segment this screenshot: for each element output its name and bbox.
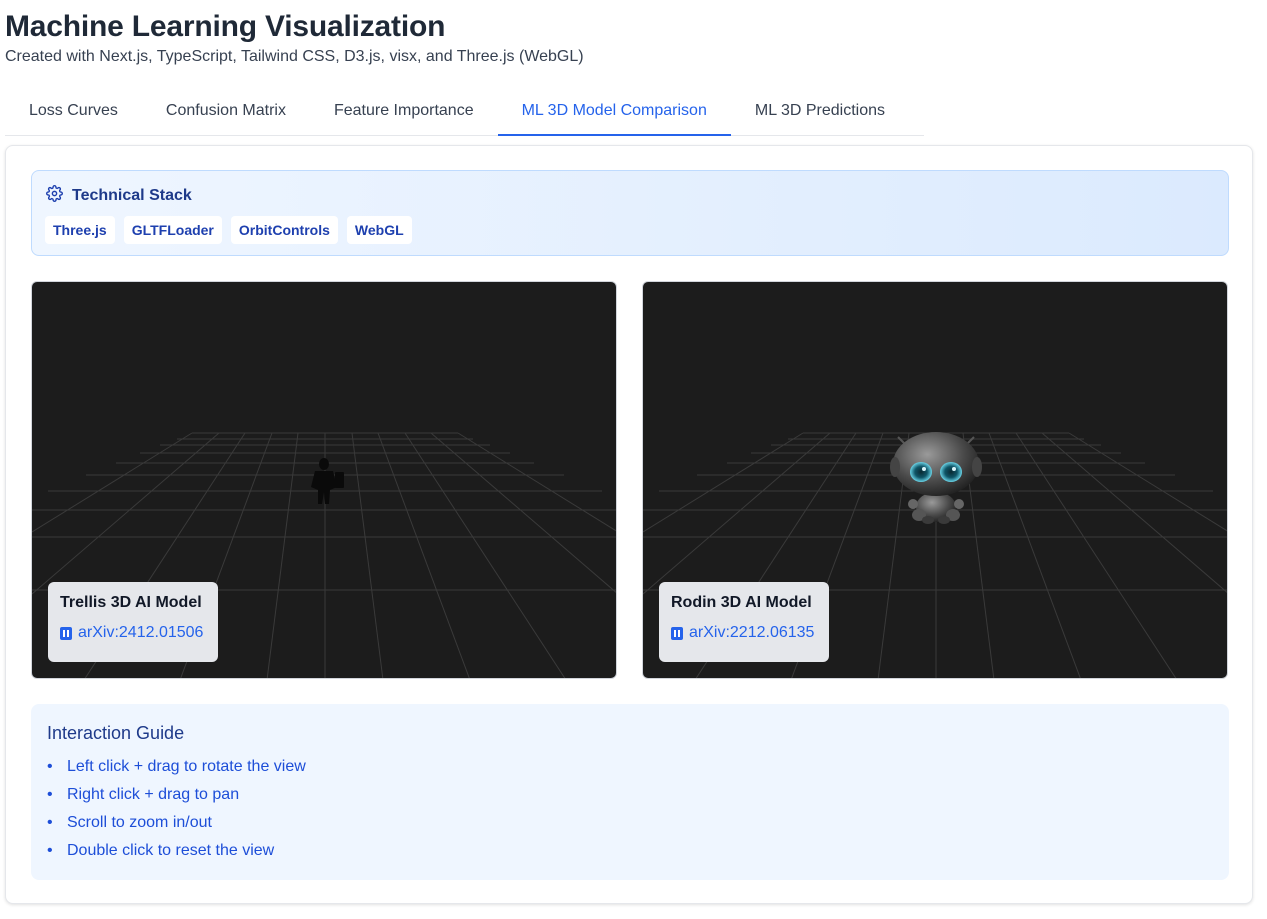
arxiv-link-text[interactable]: arXiv:2412.01506 <box>78 624 203 642</box>
guide-item-text: Left click + drag to rotate the view <box>67 758 306 775</box>
tech-chip-webgl: WebGL <box>346 216 412 244</box>
model-name: Rodin 3D AI Model <box>671 594 812 611</box>
technical-stack-title: Technical Stack <box>72 187 192 204</box>
tab-ml-3d-model-comparison[interactable]: ML 3D Model Comparison <box>497 86 732 136</box>
guide-item-text: Double click to reset the view <box>67 842 275 859</box>
list-item: • Scroll to zoom in/out <box>47 813 306 841</box>
tab-loss-curves[interactable]: Loss Curves <box>5 86 142 135</box>
model-info-card: Rodin 3D AI Model arXiv:2212.06135 <box>659 582 829 662</box>
tab-feature-importance[interactable]: Feature Importance <box>310 86 498 135</box>
tab-bar: Loss Curves Confusion Matrix Feature Imp… <box>5 86 924 136</box>
trellis-3d-viewer-canvas[interactable]: Trellis 3D AI Model arXiv:2412.01506 <box>31 281 617 679</box>
list-item: • Right click + drag to pan <box>47 785 306 813</box>
page-subtitle: Created with Next.js, TypeScript, Tailwi… <box>5 48 584 65</box>
tab-ml-3d-predictions[interactable]: ML 3D Predictions <box>731 86 909 135</box>
arxiv-link[interactable]: arXiv:2412.01506 <box>60 624 206 642</box>
gear-icon <box>46 185 63 207</box>
tech-chip-gltfloader: GLTFLoader <box>123 216 222 244</box>
model-name: Trellis 3D AI Model <box>60 594 202 611</box>
list-item: • Double click to reset the view <box>47 841 306 869</box>
tech-chip-threejs: Three.js <box>45 216 115 244</box>
trellis-model-figure <box>311 458 344 504</box>
technical-stack-panel: Technical Stack Three.js GLTFLoader Orbi… <box>31 170 1229 256</box>
content-card: Technical Stack Three.js GLTFLoader Orbi… <box>5 145 1253 904</box>
page-title: Machine Learning Visualization <box>5 10 446 43</box>
model-info-card: Trellis 3D AI Model arXiv:2412.01506 <box>48 582 218 662</box>
document-icon <box>60 626 72 640</box>
tech-chip-orbitcontrols: OrbitControls <box>230 216 338 244</box>
bullet-icon: • <box>47 786 53 803</box>
bullet-icon: • <box>47 758 53 775</box>
interaction-guide-title: Interaction Guide <box>47 723 185 743</box>
document-icon <box>671 626 683 640</box>
guide-item-text: Scroll to zoom in/out <box>67 814 212 831</box>
arxiv-link-text[interactable]: arXiv:2212.06135 <box>689 624 814 642</box>
bullet-icon: • <box>47 814 53 831</box>
list-item: • Left click + drag to rotate the view <box>47 757 306 785</box>
interaction-guide-panel: Interaction Guide • Left click + drag to … <box>31 704 1229 880</box>
arxiv-link[interactable]: arXiv:2212.06135 <box>671 624 817 642</box>
rodin-3d-viewer-canvas[interactable]: Rodin 3D AI Model arXiv:2212.06135 <box>642 281 1228 679</box>
bullet-icon: • <box>47 842 53 859</box>
interaction-guide-list: • Left click + drag to rotate the view • R… <box>47 757 306 869</box>
guide-item-text: Right click + drag to pan <box>67 786 240 803</box>
tab-confusion-matrix[interactable]: Confusion Matrix <box>142 86 310 135</box>
